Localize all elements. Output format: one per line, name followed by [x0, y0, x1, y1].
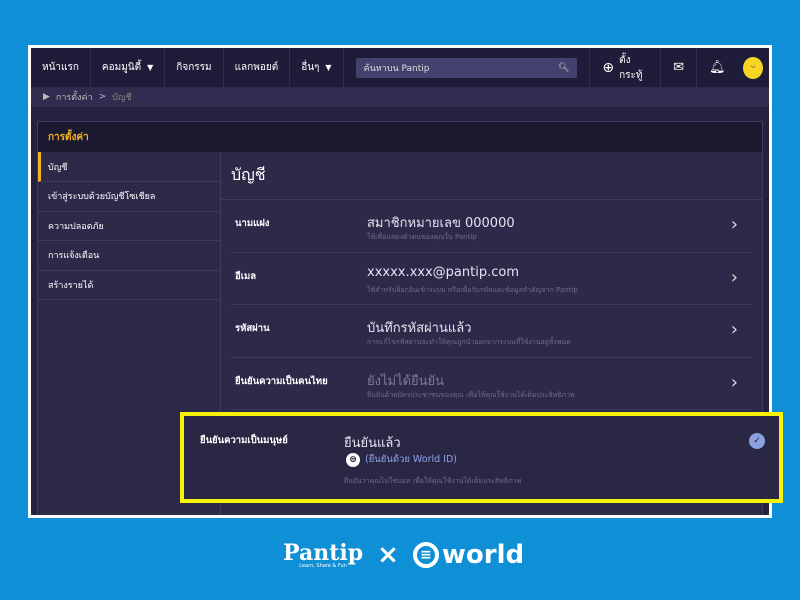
search-placeholder: ค้นหาบน Pantip: [363, 63, 430, 74]
top-nav: หน้าแรก คอมมูนิตี้ ▼ กิจกรรม แลกพอยต์ อื่…: [31, 48, 769, 87]
partner-logos: Pantip Learn, Share & Fun × ≡ world: [283, 540, 524, 570]
row-label: ยืนยันความเป็นคนไทย: [235, 375, 328, 387]
plus-circle-icon: ⊕: [602, 59, 615, 76]
verified-badge-icon: ✓: [749, 433, 765, 449]
pantip-logo: Pantip Learn, Share & Fun: [283, 542, 363, 569]
page-title: บัญชี: [221, 152, 762, 200]
mail-icon[interactable]: ✉: [660, 48, 696, 87]
nav-more-label: อื่นๆ: [301, 62, 320, 73]
world-id-link[interactable]: ⊜ (ยืนยันด้วย World ID): [346, 452, 457, 467]
nav-more[interactable]: อื่นๆ ▼: [290, 48, 344, 87]
chevron-right-icon[interactable]: ›: [731, 214, 738, 235]
world-logo-icon: ≡: [412, 542, 439, 568]
row-label: รหัสผ่าน: [235, 323, 270, 334]
world-logo: ≡ world: [412, 540, 525, 570]
world-logo-icon: ⊜: [346, 452, 360, 467]
row-hint: ใช้สำหรับล็อกอินเข้าระบบ หรือเพื่อรับรหั…: [367, 285, 578, 294]
sidebar-item-notifications[interactable]: การแจ้งเตือน: [38, 241, 220, 271]
settings-sidebar: บัญชี เข้าสู่ระบบด้วยบัญชีโซเชียล ความปล…: [38, 152, 220, 300]
new-topic-button[interactable]: ⊕ ตั้งกระทู้: [589, 48, 660, 87]
row-email[interactable]: อีเมล xxxxx.xxx@pantip.com ใช้สำหรับล็อกอิ…: [231, 253, 752, 305]
search-icon[interactable]: 🔍︎: [558, 63, 569, 73]
chevron-right-icon[interactable]: ›: [731, 372, 738, 393]
nav-community[interactable]: คอมมูนิตี้ ▼: [91, 48, 166, 87]
sidebar-item-earn[interactable]: สร้างรายได้: [38, 271, 220, 300]
row-hint: ยืนยันว่าคุณไม่ใช่บอท เพื่อให้คุณใช้งานไ…: [344, 477, 522, 485]
row-alias[interactable]: นามแฝง สมาชิกหมายเลข 000000 ใช้เพื่อแสดงตั…: [231, 200, 752, 253]
caret-down-icon: ▼: [325, 63, 332, 72]
world-id-label: (ยืนยันด้วย World ID): [365, 454, 457, 465]
human-verification-row: ยืนยันความเป็นมนุษย์ ยืนยันแล้ว ⊜ (ยืนยัน…: [180, 412, 783, 503]
nav-home[interactable]: หน้าแรก: [31, 48, 91, 87]
row-value: ยังไม่ได้ยืนยัน: [367, 373, 445, 389]
row-value: สมาชิกหมายเลข 000000: [367, 216, 515, 231]
caret-down-icon: ▼: [147, 63, 154, 72]
row-label: อีเมล: [235, 270, 257, 282]
bell-icon[interactable]: 🔔︎: [695, 48, 738, 87]
panel-title: การตั้งค่า: [38, 122, 762, 152]
row-label: ยืนยันความเป็นมนุษย์: [200, 435, 288, 446]
nav-points[interactable]: แลกพอยต์: [224, 48, 291, 87]
breadcrumb: ▶ การตั้งค่า > บัญชี: [31, 87, 769, 107]
row-hint: ยืนยันด้วยบัตรประชาชนของคุณ เพื่อให้คุณใ…: [367, 390, 575, 399]
row-value: xxxxx.xxx@pantip.com: [367, 264, 519, 280]
row-hint: การแก้ไขรหัสผ่านจะทำให้คุณถูกนำออกจากระบ…: [367, 338, 571, 346]
times-symbol: ×: [377, 540, 399, 570]
row-hint: ใช้เพื่อแสดงตัวตนของคุณใน Pantip: [367, 233, 477, 241]
new-topic-label: ตั้งกระทู้: [619, 54, 643, 81]
sidebar-item-account[interactable]: บัญชี: [38, 152, 220, 182]
nav-community-label: คอมมูนิตี้: [101, 62, 142, 73]
world-wordmark: world: [441, 540, 525, 570]
search-input[interactable]: ค้นหาบน Pantip 🔍︎: [355, 57, 578, 78]
breadcrumb-settings[interactable]: การตั้งค่า: [56, 90, 93, 104]
breadcrumb-separator: >: [98, 92, 107, 102]
sidebar-item-security[interactable]: ความปลอดภัย: [38, 212, 220, 241]
breadcrumb-icon: ▶: [43, 92, 50, 102]
pantip-wordmark: Pantip: [283, 539, 364, 566]
row-password[interactable]: รหัสผ่าน บันทึกรหัสผ่านแล้วการแก้ไขรหัสผ่…: [231, 305, 752, 358]
sidebar-item-social-login[interactable]: เข้าสู่ระบบด้วยบัญชีโซเชียล: [38, 182, 220, 212]
breadcrumb-current: บัญชี: [112, 93, 132, 103]
row-value: บันทึกรหัสผ่านแล้ว: [367, 321, 472, 336]
nav-activities[interactable]: กิจกรรม: [165, 48, 224, 87]
avatar[interactable]: ᵕ: [743, 56, 763, 79]
row-value: ยืนยันแล้ว: [344, 436, 401, 451]
row-thai-verify[interactable]: ยืนยันความเป็นคนไทย ยังไม่ได้ยืนยัน ยืนยัน…: [231, 358, 752, 410]
chevron-right-icon[interactable]: ›: [731, 319, 738, 340]
chevron-right-icon[interactable]: ›: [731, 267, 738, 288]
row-label: นามแฝง: [235, 218, 270, 229]
